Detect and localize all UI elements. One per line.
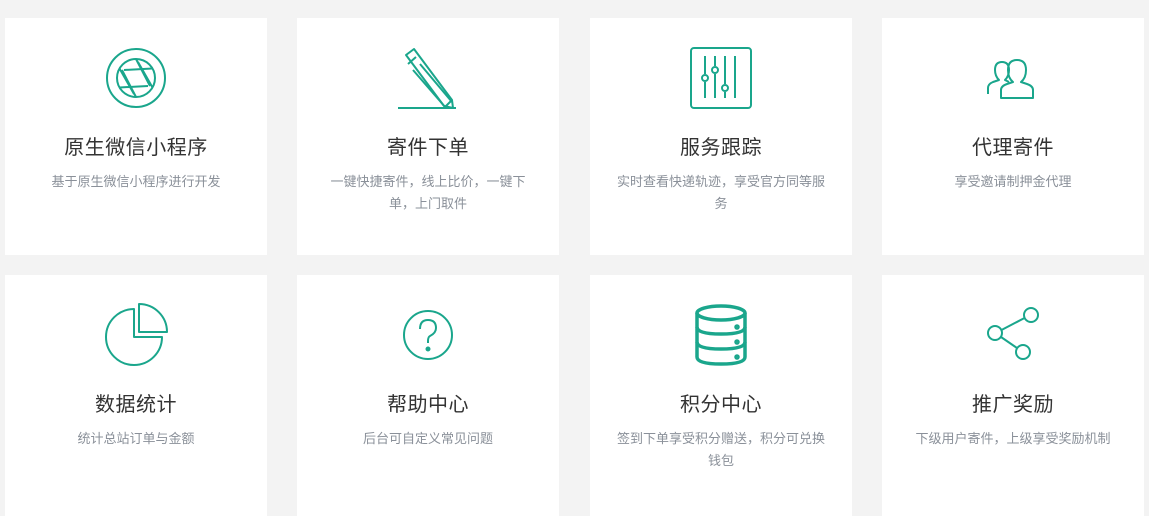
feature-title: 积分中心 [680, 392, 762, 416]
feature-grid: 原生微信小程序 基于原生微信小程序进行开发 寄件下单 一键快捷寄件，线上比价，一… [0, 0, 1149, 516]
feature-description: 签到下单享受积分赠送，积分可兑换钱包 [616, 432, 825, 469]
users-icon [882, 46, 1144, 110]
feature-description: 统计总站订单与金额 [77, 432, 195, 447]
feature-description: 后台可自定义常见问题 [362, 432, 493, 447]
feature-title: 推广奖励 [972, 392, 1054, 416]
pie-chart-icon [5, 303, 267, 367]
feature-description: 下级用户寄件，上级享受奖励机制 [915, 432, 1111, 447]
feature-description: 基于原生微信小程序进行开发 [51, 175, 221, 190]
feature-card-help[interactable]: 帮助中心 后台可自定义常见问题 [297, 275, 559, 516]
feature-card-referral[interactable]: 推广奖励 下级用户寄件，上级享受奖励机制 [882, 275, 1144, 516]
feature-title: 代理寄件 [972, 135, 1054, 159]
feature-title: 数据统计 [95, 392, 177, 416]
aperture-icon [5, 46, 267, 110]
feature-card-points[interactable]: 积分中心 签到下单享受积分赠送，积分可兑换钱包 [590, 275, 852, 516]
feature-title: 服务跟踪 [680, 135, 762, 159]
share-icon [882, 303, 1144, 367]
feature-card-statistics[interactable]: 数据统计 统计总站订单与金额 [5, 275, 267, 516]
feature-title: 帮助中心 [387, 392, 469, 416]
feature-title: 原生微信小程序 [64, 135, 208, 159]
sliders-icon [590, 46, 852, 110]
feature-description: 享受邀请制押金代理 [954, 175, 1072, 190]
pencil-icon [297, 46, 559, 110]
feature-card-mini-program[interactable]: 原生微信小程序 基于原生微信小程序进行开发 [5, 18, 267, 255]
feature-title: 寄件下单 [387, 135, 469, 159]
feature-card-tracking[interactable]: 服务跟踪 实时查看快递轨迹，享受官方同等服务 [590, 18, 852, 255]
feature-card-agent[interactable]: 代理寄件 享受邀请制押金代理 [882, 18, 1144, 255]
feature-description: 实时查看快递轨迹，享受官方同等服务 [616, 175, 825, 212]
feature-card-order[interactable]: 寄件下单 一键快捷寄件，线上比价，一键下单，上门取件 [297, 18, 559, 255]
question-icon [297, 303, 559, 367]
feature-description: 一键快捷寄件，线上比价，一键下单，上门取件 [330, 175, 526, 212]
database-icon [590, 303, 852, 367]
